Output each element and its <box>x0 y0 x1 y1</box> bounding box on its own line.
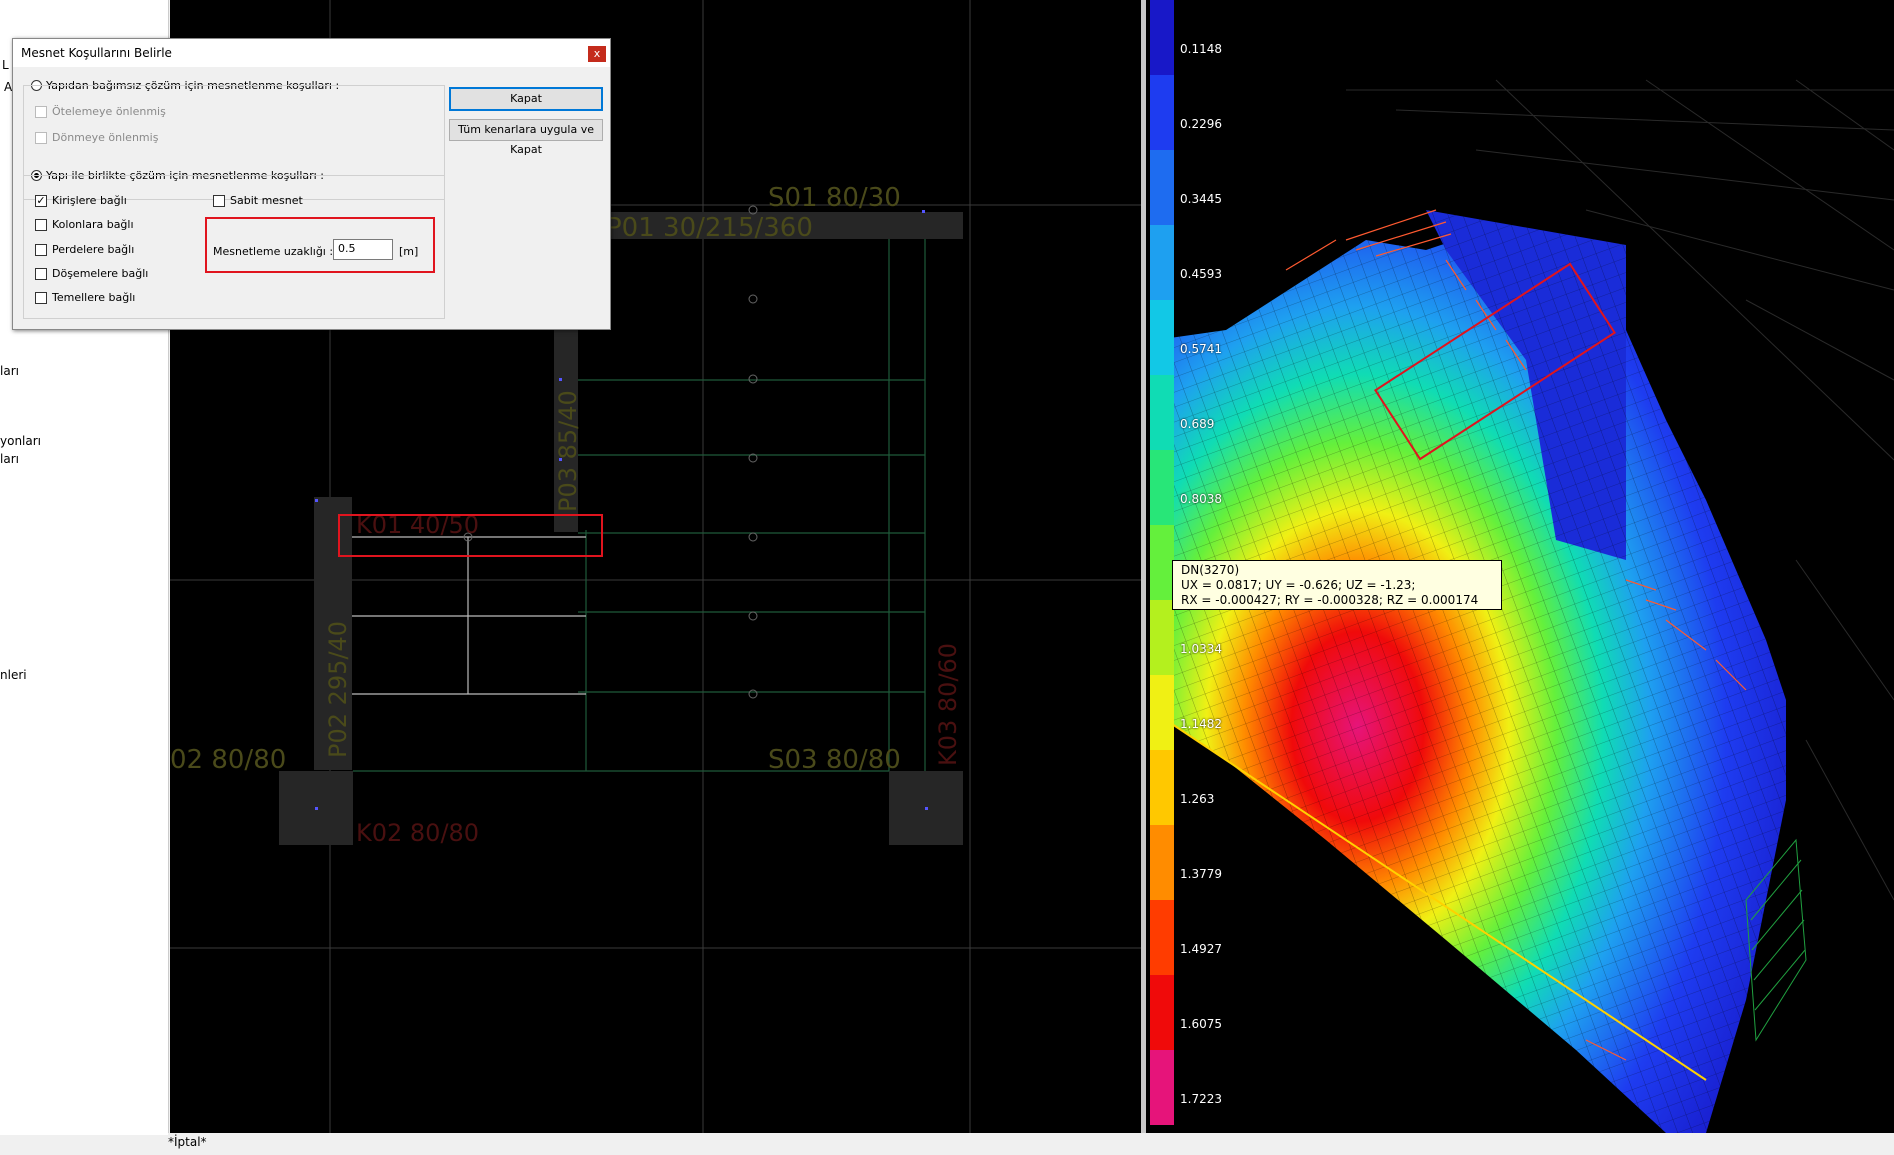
legend-label: 1.0334 <box>1180 641 1222 656</box>
distance-unit: [m] <box>399 245 419 258</box>
legend-band <box>1150 975 1174 1050</box>
legend-label: 0.8038 <box>1180 491 1222 506</box>
check-foundations-label: Temellere bağlı <box>52 291 136 304</box>
distance-input[interactable]: 0.5 <box>333 239 393 260</box>
apply-all-edges-button[interactable]: Tüm kenarlara uygula ve Kapat <box>449 119 603 156</box>
check-walls[interactable]: Perdelere bağlı <box>35 243 134 256</box>
check-beams[interactable]: ✓ Kirişlere bağlı <box>35 194 127 207</box>
dialog-titlebar[interactable]: Mesnet Koşullarını Belirle x <box>13 39 610 67</box>
label-s02: 02 80/80 <box>170 745 286 775</box>
legend-label: 1.4927 <box>1180 941 1222 956</box>
check-walls-label: Perdelere bağlı <box>52 243 135 256</box>
check-rotation-label: Dönmeye önlenmiş <box>52 131 159 144</box>
checkbox[interactable] <box>213 194 225 207</box>
legend-label: 1.3779 <box>1180 866 1222 881</box>
legend-label: 1.263 <box>1180 791 1215 806</box>
legend-label: 0.689 <box>1180 416 1215 431</box>
left-fragment: ları <box>0 452 19 466</box>
checkbox[interactable] <box>35 291 47 304</box>
3d-result-view[interactable]: 0.1148 0.2296 0.3445 0.4593 0.5741 0.689 0.803… <box>1146 0 1894 1133</box>
checkbox[interactable] <box>35 131 47 144</box>
label-k03: K03 80/60 <box>934 643 962 766</box>
legend-label: 0.1148 <box>1180 41 1222 56</box>
checkbox-checked[interactable]: ✓ <box>35 194 47 207</box>
check-rotation[interactable]: Dönmeye önlenmiş <box>35 131 158 144</box>
check-translation[interactable]: Ötelemeye önlenmiş <box>35 105 166 118</box>
check-fixed-support[interactable]: Sabit mesnet <box>213 194 303 207</box>
left-fragment: yonları <box>0 434 42 448</box>
legend-band <box>1150 375 1174 450</box>
legend-band <box>1150 525 1174 600</box>
status-text: *İptal* <box>168 1135 207 1149</box>
tooltip-rotations: RX = -0.000427; RY = -0.000328; RZ = 0.0… <box>1181 593 1479 607</box>
label-s01: S01 80/30 <box>768 183 901 213</box>
check-columns-label: Kolonlara bağlı <box>52 218 134 231</box>
legend-band <box>1150 75 1174 150</box>
legend-band <box>1150 300 1174 375</box>
check-slabs[interactable]: Döşemelere bağlı <box>35 267 148 280</box>
color-legend: 0.1148 0.2296 0.3445 0.4593 0.5741 0.689 0.803… <box>1150 0 1222 1125</box>
check-slabs-label: Döşemelere bağlı <box>52 267 149 280</box>
check-foundations[interactable]: Temellere bağlı <box>35 291 135 304</box>
legend-label: 0.5741 <box>1180 341 1222 356</box>
check-fixed-label: Sabit mesnet <box>230 194 303 207</box>
legend-band <box>1150 450 1174 525</box>
checkbox[interactable] <box>35 267 47 280</box>
label-p02: P02 295/40 <box>324 621 352 758</box>
left-fragment: L <box>2 58 9 72</box>
close-icon[interactable]: x <box>588 46 606 62</box>
check-columns[interactable]: Kolonlara bağlı <box>35 218 134 231</box>
status-bar: *İptal* <box>168 1133 1894 1155</box>
legend-label: 1.1482 <box>1180 716 1222 731</box>
label-k02: K02 80/80 <box>356 819 479 847</box>
checkbox[interactable] <box>35 105 47 118</box>
legend-band <box>1150 675 1174 750</box>
highlight-box-beam <box>338 514 603 557</box>
legend-band <box>1150 825 1174 900</box>
node-tooltip: DN(3270) UX = 0.0817; UY = -0.626; UZ = … <box>1172 560 1502 610</box>
left-fragment: nleri <box>0 668 27 682</box>
checkbox[interactable] <box>35 243 47 256</box>
legend-label: 0.3445 <box>1180 191 1222 206</box>
legend-band <box>1150 150 1174 225</box>
label-s03: S03 80/80 <box>768 745 901 775</box>
legend-band <box>1150 225 1174 300</box>
legend-label: 1.7223 <box>1180 1091 1222 1106</box>
check-beams-label: Kirişlere bağlı <box>52 194 127 207</box>
left-fragment: ları <box>0 364 19 378</box>
legend-band <box>1150 1050 1174 1125</box>
tooltip-translations: UX = 0.0817; UY = -0.626; UZ = -1.23; <box>1181 578 1416 592</box>
legend-label: 1.6075 <box>1180 1016 1222 1031</box>
checkbox[interactable] <box>35 218 47 231</box>
tooltip-node: DN(3270) <box>1181 563 1240 577</box>
legend-band <box>1150 750 1174 825</box>
left-fragment: A <box>4 80 13 94</box>
dialog-title: Mesnet Koşullarını Belirle <box>21 46 172 60</box>
legend-band <box>1150 0 1174 75</box>
label-p01: P01 30/215/360 <box>606 213 813 243</box>
distance-label: Mesnetleme uzaklığı : <box>213 245 334 258</box>
legend-label: 0.4593 <box>1180 266 1222 281</box>
legend-label: 0.2296 <box>1180 116 1222 131</box>
legend-band <box>1150 600 1174 675</box>
legend-band <box>1150 900 1174 975</box>
label-p03: P03 85/40 <box>554 390 582 512</box>
close-button[interactable]: Kapat <box>449 87 603 111</box>
check-translation-label: Ötelemeye önlenmiş <box>52 105 166 118</box>
support-conditions-dialog: Mesnet Koşullarını Belirle x Yapıdan bağ… <box>12 38 611 330</box>
